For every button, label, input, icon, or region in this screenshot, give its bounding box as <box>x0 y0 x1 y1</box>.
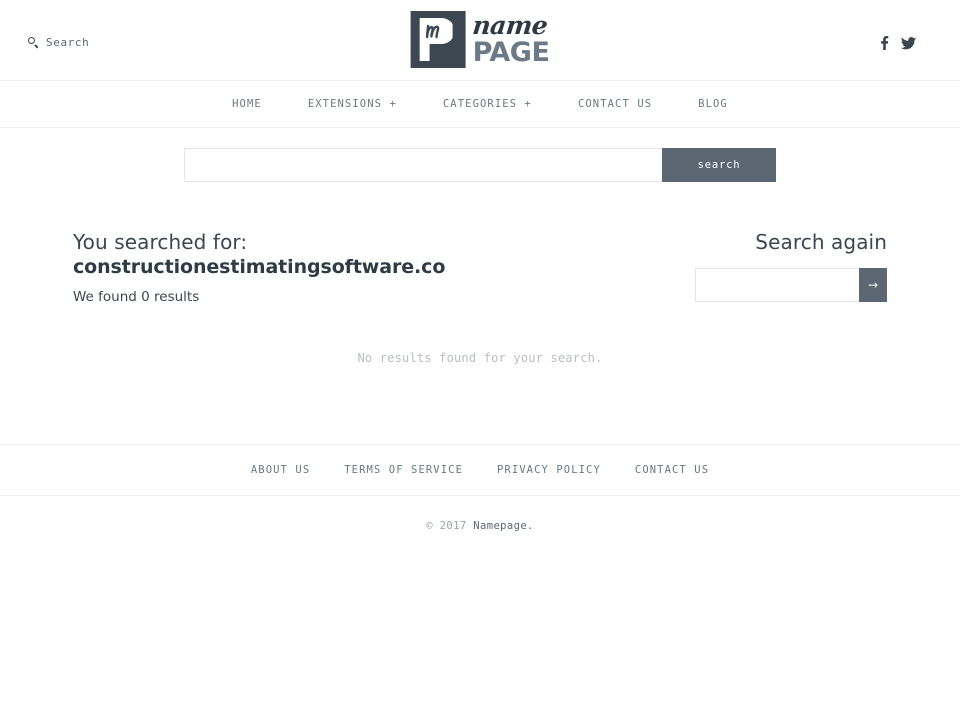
logo-page-text: PAGE <box>472 37 550 68</box>
search-again-section: Search again → <box>695 226 887 302</box>
footer-link-terms-of-service[interactable]: TERMS OF SERVICE <box>327 464 480 476</box>
search-summary: You searched for: constructionestimating… <box>73 226 445 305</box>
search-bar-section: search <box>0 128 960 182</box>
results-count: We found 0 results <box>73 288 200 305</box>
search-again-submit-button[interactable]: → <box>859 268 887 302</box>
nav-item-blog[interactable]: BLOG <box>675 98 751 110</box>
nav-item-home[interactable]: HOME <box>209 98 285 110</box>
top-bar: Search name PAGE <box>0 0 960 81</box>
header-search-label: Search <box>46 36 90 49</box>
footer-link-about-us[interactable]: ABOUT US <box>234 464 327 476</box>
nav-item-categories[interactable]: CATEGORIES + <box>420 98 555 110</box>
no-results-message: No results found for your search. <box>357 350 603 365</box>
logo-wordmark: name PAGE <box>471 11 550 68</box>
facebook-icon[interactable] <box>880 36 889 50</box>
copyright-brand: Namepage. <box>473 519 534 532</box>
main-navigation: HOME EXTENSIONS + CATEGORIES + CONTACT U… <box>0 81 960 128</box>
copyright: © 2017 Namepage. <box>0 520 960 532</box>
footer-link-contact-us[interactable]: CONTACT US <box>618 464 726 476</box>
searched-term: constructionestimatingsoftware.co <box>73 256 446 278</box>
search-again-title: Search again <box>755 230 887 254</box>
social-links <box>880 36 916 50</box>
search-button[interactable]: search <box>662 148 776 182</box>
search-again-input[interactable] <box>695 268 859 302</box>
search-again-form: → <box>695 268 887 302</box>
site-logo[interactable]: name PAGE <box>410 11 550 68</box>
namepage-logo-mark-icon <box>410 11 466 68</box>
searched-for-label: You searched for: <box>73 230 248 254</box>
search-form: search <box>184 148 776 182</box>
main-content: You searched for: constructionestimating… <box>0 182 960 305</box>
twitter-icon[interactable] <box>901 36 916 50</box>
search-input[interactable] <box>184 148 662 182</box>
nav-item-contact-us[interactable]: CONTACT US <box>555 98 675 110</box>
footer-navigation: ABOUT US TERMS OF SERVICE PRIVACY POLICY… <box>0 443 960 496</box>
nav-item-extensions[interactable]: EXTENSIONS + <box>285 98 420 110</box>
copyright-prefix: © 2017 <box>426 519 474 532</box>
logo-name-text: name <box>471 11 549 40</box>
footer-link-privacy-policy[interactable]: PRIVACY POLICY <box>480 464 618 476</box>
search-icon <box>28 37 39 48</box>
header-search-toggle[interactable]: Search <box>28 36 89 49</box>
